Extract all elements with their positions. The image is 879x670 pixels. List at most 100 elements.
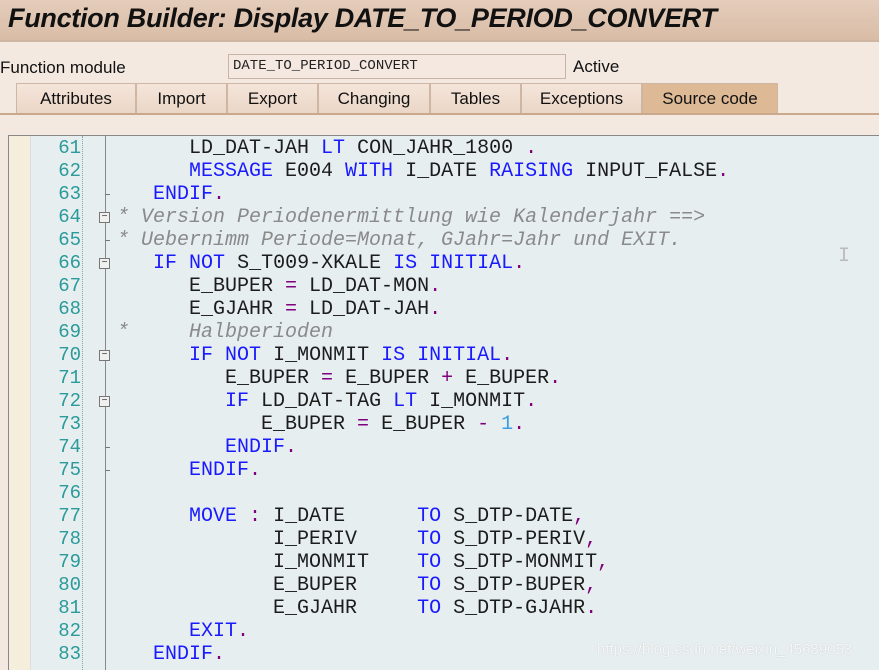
tab-tables[interactable]: Tables: [430, 83, 521, 113]
code-token: I_PERIV: [117, 528, 418, 551]
code-token: =: [357, 413, 370, 436]
code-token: .: [585, 597, 598, 620]
code-text: LD_DAT-JAH LT CON_JAHR_1800 .: [117, 137, 537, 160]
tab-attributes[interactable]: Attributes: [16, 83, 136, 113]
line-number: 74: [58, 436, 81, 458]
code-token: * Version Periodenermittlung wie Kalende…: [117, 206, 706, 229]
code-token: MOVE: [189, 505, 238, 528]
code-line[interactable]: 72 − IF LD_DAT-TAG LT I_MONMIT.: [9, 390, 879, 413]
code-token: E_BUPER: [117, 574, 418, 597]
line-number: 63: [58, 183, 81, 205]
code-line[interactable]: 69 * Halbperioden: [9, 321, 879, 344]
code-text: IF LD_DAT-TAG LT I_MONMIT.: [117, 390, 537, 413]
line-number: 77: [58, 505, 81, 527]
tab-import[interactable]: Import: [136, 83, 227, 113]
code-token: E_BUPER: [117, 367, 322, 390]
collapse-block-icon[interactable]: −: [99, 258, 110, 269]
collapse-block-icon[interactable]: −: [99, 350, 110, 361]
code-token: .: [513, 252, 526, 275]
code-token: E_GJAHR: [117, 597, 418, 620]
code-token: =: [285, 298, 298, 321]
collapse-block-icon[interactable]: −: [99, 396, 110, 407]
code-token: S_DTP-MONMIT: [441, 551, 598, 574]
code-token: +: [441, 367, 454, 390]
code-line[interactable]: 75 ENDIF.: [9, 459, 879, 482]
code-text: EXIT.: [117, 620, 249, 643]
line-number: 83: [58, 643, 81, 665]
code-line[interactable]: 64 − * Version Periodenermittlung wie Kale…: [9, 206, 879, 229]
code-line[interactable]: 76: [9, 482, 879, 505]
code-text: E_BUPER = E_BUPER - 1.: [117, 413, 525, 436]
code-token: S_DTP-DATE: [441, 505, 574, 528]
code-token: TO: [417, 528, 442, 551]
code-text: E_BUPER = LD_DAT-MON.: [117, 275, 441, 298]
code-text: IF NOT S_T009-XKALE IS INITIAL.: [117, 252, 525, 275]
code-token: IF: [225, 390, 250, 413]
code-line[interactable]: 82 EXIT.: [9, 620, 879, 643]
watermark: https://blog.csdn.net/weixin_45689053: [597, 641, 853, 658]
source-code-editor[interactable]: 61 LD_DAT-JAH LT CON_JAHR_1800 . 62 MESSA…: [8, 135, 879, 670]
function-module-field[interactable]: DATE_TO_PERIOD_CONVERT: [228, 54, 566, 79]
code-token: E_BUPER: [333, 367, 442, 390]
code-line[interactable]: 78 I_PERIV TO S_DTP-PERIV,: [9, 528, 879, 551]
code-token: .: [237, 620, 250, 643]
code-line[interactable]: 73 E_BUPER = E_BUPER - 1.: [9, 413, 879, 436]
code-line[interactable]: 71 E_BUPER = E_BUPER + E_BUPER.: [9, 367, 879, 390]
line-number: 68: [58, 298, 81, 320]
code-text: ENDIF.: [117, 183, 225, 206]
code-token: E_BUPER: [117, 413, 358, 436]
code-text: IF NOT I_MONMIT IS INITIAL.: [117, 344, 513, 367]
tab-export[interactable]: Export: [227, 83, 318, 113]
code-text: ENDIF.: [117, 459, 261, 482]
code-line[interactable]: 77 MOVE : I_DATE TO S_DTP-DATE,: [9, 505, 879, 528]
code-line[interactable]: 65 * Uebernimm Periode=Monat, GJahr=Jahr …: [9, 229, 879, 252]
code-token: LD_DAT-JAH: [117, 137, 322, 160]
code-token: E_BUPER: [117, 275, 286, 298]
code-token: IS: [393, 252, 418, 275]
line-number: 67: [58, 275, 81, 297]
code-line[interactable]: 79 I_MONMIT TO S_DTP-MONMIT,: [9, 551, 879, 574]
code-token: NOT: [189, 252, 226, 275]
code-line[interactable]: 81 E_GJAHR TO S_DTP-GJAHR.: [9, 597, 879, 620]
line-number: 78: [58, 528, 81, 550]
tab-changing[interactable]: Changing: [318, 83, 430, 113]
code-token: .: [549, 367, 562, 390]
code-line[interactable]: 68 E_GJAHR = LD_DAT-JAH.: [9, 298, 879, 321]
code-token: S_DTP-PERIV: [441, 528, 586, 551]
tab-exceptions[interactable]: Exceptions: [521, 83, 642, 113]
code-line[interactable]: 67 E_BUPER = LD_DAT-MON.: [9, 275, 879, 298]
code-token: INPUT_FALSE: [573, 160, 718, 183]
code-line[interactable]: 70 − IF NOT I_MONMIT IS INITIAL.: [9, 344, 879, 367]
code-token: LT: [321, 137, 346, 160]
code-token: I_MONMIT: [117, 551, 418, 574]
code-token: .: [249, 459, 262, 482]
code-token: ENDIF: [225, 436, 286, 459]
code-line[interactable]: 66 − IF NOT S_T009-XKALE IS INITIAL.: [9, 252, 879, 275]
code-line[interactable]: 74 ENDIF.: [9, 436, 879, 459]
code-token: E004: [273, 160, 346, 183]
code-token: .: [213, 183, 226, 206]
code-token: .: [285, 436, 298, 459]
code-text: MOVE : I_DATE TO S_DTP-DATE,: [117, 505, 585, 528]
code-line[interactable]: 63 ENDIF.: [9, 183, 879, 206]
window-title: Function Builder: Display DATE_TO_PERIOD…: [8, 3, 717, 33]
collapse-block-icon[interactable]: −: [99, 212, 110, 223]
code-line[interactable]: 80 E_BUPER TO S_DTP-BUPER,: [9, 574, 879, 597]
tab-source-code[interactable]: Source code: [642, 83, 778, 113]
code-token: IS: [381, 344, 406, 367]
code-line[interactable]: 61 LD_DAT-JAH LT CON_JAHR_1800 .: [9, 137, 879, 160]
code-token: =: [321, 367, 334, 390]
code-token: I_MONMIT: [417, 390, 526, 413]
code-token: TO: [417, 505, 442, 528]
line-number: 73: [58, 413, 81, 435]
block-end-marker: [105, 470, 110, 471]
code-text: I_PERIV TO S_DTP-PERIV,: [117, 528, 597, 551]
code-line[interactable]: 62 MESSAGE E004 WITH I_DATE RAISING INPU…: [9, 160, 879, 183]
line-number: 64: [58, 206, 81, 228]
